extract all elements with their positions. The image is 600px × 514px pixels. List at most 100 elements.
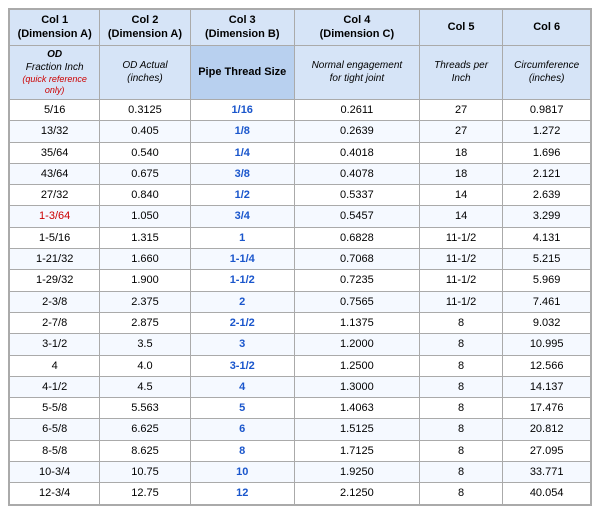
cell-col5: 18: [419, 163, 502, 184]
table-row: 1-21/32 1.660 1-1/4 0.7068 11-1/2 5.215: [10, 249, 591, 270]
cell-col3: 1/2: [190, 185, 294, 206]
cell-col4: 0.5337: [294, 185, 419, 206]
main-table-container: Col 1 (Dimension A) Col 2 (Dimension A) …: [8, 8, 592, 506]
cell-col6: 5.969: [503, 270, 591, 291]
cell-col2: 0.840: [100, 185, 190, 206]
cell-col2: 2.875: [100, 312, 190, 333]
cell-col2: 1.050: [100, 206, 190, 227]
table-row: 43/64 0.675 3/8 0.4078 18 2.121: [10, 163, 591, 184]
cell-col5: 8: [419, 440, 502, 461]
cell-col3: 3/8: [190, 163, 294, 184]
table-row: 4 4.0 3-1/2 1.2500 8 12.566: [10, 355, 591, 376]
table-row: 35/64 0.540 1/4 0.4018 18 1.696: [10, 142, 591, 163]
cell-col3: 8: [190, 440, 294, 461]
cell-col3: 1/16: [190, 99, 294, 120]
cell-col4: 0.7068: [294, 249, 419, 270]
table-row: 3-1/2 3.5 3 1.2000 8 10.995: [10, 334, 591, 355]
cell-col6: 2.639: [503, 185, 591, 206]
cell-col6: 10.995: [503, 334, 591, 355]
cell-col6: 40.054: [503, 483, 591, 504]
cell-col6: 1.272: [503, 121, 591, 142]
cell-col5: 27: [419, 99, 502, 120]
cell-col6: 5.215: [503, 249, 591, 270]
cell-col3: 1-1/2: [190, 270, 294, 291]
cell-col6: 7.461: [503, 291, 591, 312]
cell-col4: 0.4018: [294, 142, 419, 163]
cell-col1: 1-29/32: [10, 270, 100, 291]
cell-col2: 2.375: [100, 291, 190, 312]
cell-col4: 1.5125: [294, 419, 419, 440]
cell-col4: 1.3000: [294, 376, 419, 397]
cell-col6: 0.9817: [503, 99, 591, 120]
cell-col2: 0.3125: [100, 99, 190, 120]
cell-col5: 8: [419, 398, 502, 419]
cell-col4: 0.7235: [294, 270, 419, 291]
cell-col6: 2.121: [503, 163, 591, 184]
cell-col1: 27/32: [10, 185, 100, 206]
cell-col2: 4.0: [100, 355, 190, 376]
cell-col5: 8: [419, 334, 502, 355]
table-row: 1-5/16 1.315 1 0.6828 11-1/2 4.131: [10, 227, 591, 248]
cell-col4: 2.1250: [294, 483, 419, 504]
header-row: Col 1 (Dimension A) Col 2 (Dimension A) …: [10, 10, 591, 46]
col2-subheader: OD Actual (inches): [100, 45, 190, 99]
cell-col3: 2-1/2: [190, 312, 294, 333]
cell-col4: 1.2500: [294, 355, 419, 376]
cell-col3: 3-1/2: [190, 355, 294, 376]
cell-col6: 12.566: [503, 355, 591, 376]
cell-col5: 8: [419, 419, 502, 440]
cell-col4: 0.2611: [294, 99, 419, 120]
cell-col2: 4.5: [100, 376, 190, 397]
cell-col1: 43/64: [10, 163, 100, 184]
cell-col2: 1.660: [100, 249, 190, 270]
table-row: 5-5/8 5.563 5 1.4063 8 17.476: [10, 398, 591, 419]
cell-col4: 1.9250: [294, 462, 419, 483]
pipe-thread-table: Col 1 (Dimension A) Col 2 (Dimension A) …: [9, 9, 591, 505]
cell-col1: 4: [10, 355, 100, 376]
col4-subheader: Normal engagement for tight joint: [294, 45, 419, 99]
cell-col1: 2-3/8: [10, 291, 100, 312]
cell-col2: 0.675: [100, 163, 190, 184]
cell-col1: 3-1/2: [10, 334, 100, 355]
cell-col3: 10: [190, 462, 294, 483]
cell-col4: 1.2000: [294, 334, 419, 355]
cell-col3: 1/4: [190, 142, 294, 163]
col1-subheader: OD Fraction Inch (quick reference only): [10, 45, 100, 99]
cell-col6: 1.696: [503, 142, 591, 163]
table-row: 10-3/4 10.75 10 1.9250 8 33.771: [10, 462, 591, 483]
cell-col2: 0.405: [100, 121, 190, 142]
table-row: 2-7/8 2.875 2-1/2 1.1375 8 9.032: [10, 312, 591, 333]
cell-col4: 0.2639: [294, 121, 419, 142]
cell-col5: 8: [419, 483, 502, 504]
cell-col1: 5-5/8: [10, 398, 100, 419]
col6-header: Col 6: [503, 10, 591, 46]
cell-col2: 12.75: [100, 483, 190, 504]
col5-subheader: Threads per Inch: [419, 45, 502, 99]
cell-col1: 8-5/8: [10, 440, 100, 461]
cell-col3: 5: [190, 398, 294, 419]
cell-col1: 1-21/32: [10, 249, 100, 270]
cell-col5: 18: [419, 142, 502, 163]
cell-col1: 1-5/16: [10, 227, 100, 248]
table-row: 6-5/8 6.625 6 1.5125 8 20.812: [10, 419, 591, 440]
col4-header: Col 4 (Dimension C): [294, 10, 419, 46]
cell-col4: 1.7125: [294, 440, 419, 461]
cell-col4: 0.4078: [294, 163, 419, 184]
cell-col2: 10.75: [100, 462, 190, 483]
cell-col6: 4.131: [503, 227, 591, 248]
cell-col3: 6: [190, 419, 294, 440]
cell-col1: 35/64: [10, 142, 100, 163]
col3-subheader: Pipe Thread Size: [190, 45, 294, 99]
cell-col3: 12: [190, 483, 294, 504]
cell-col2: 6.625: [100, 419, 190, 440]
cell-col3: 4: [190, 376, 294, 397]
col3-header: Col 3 (Dimension B): [190, 10, 294, 46]
table-row: 12-3/4 12.75 12 2.1250 8 40.054: [10, 483, 591, 504]
cell-col5: 8: [419, 312, 502, 333]
cell-col1: 6-5/8: [10, 419, 100, 440]
cell-col5: 8: [419, 355, 502, 376]
table-row: 8-5/8 8.625 8 1.7125 8 27.095: [10, 440, 591, 461]
cell-col1: 13/32: [10, 121, 100, 142]
subheader-row: OD Fraction Inch (quick reference only) …: [10, 45, 591, 99]
cell-col1: 4-1/2: [10, 376, 100, 397]
